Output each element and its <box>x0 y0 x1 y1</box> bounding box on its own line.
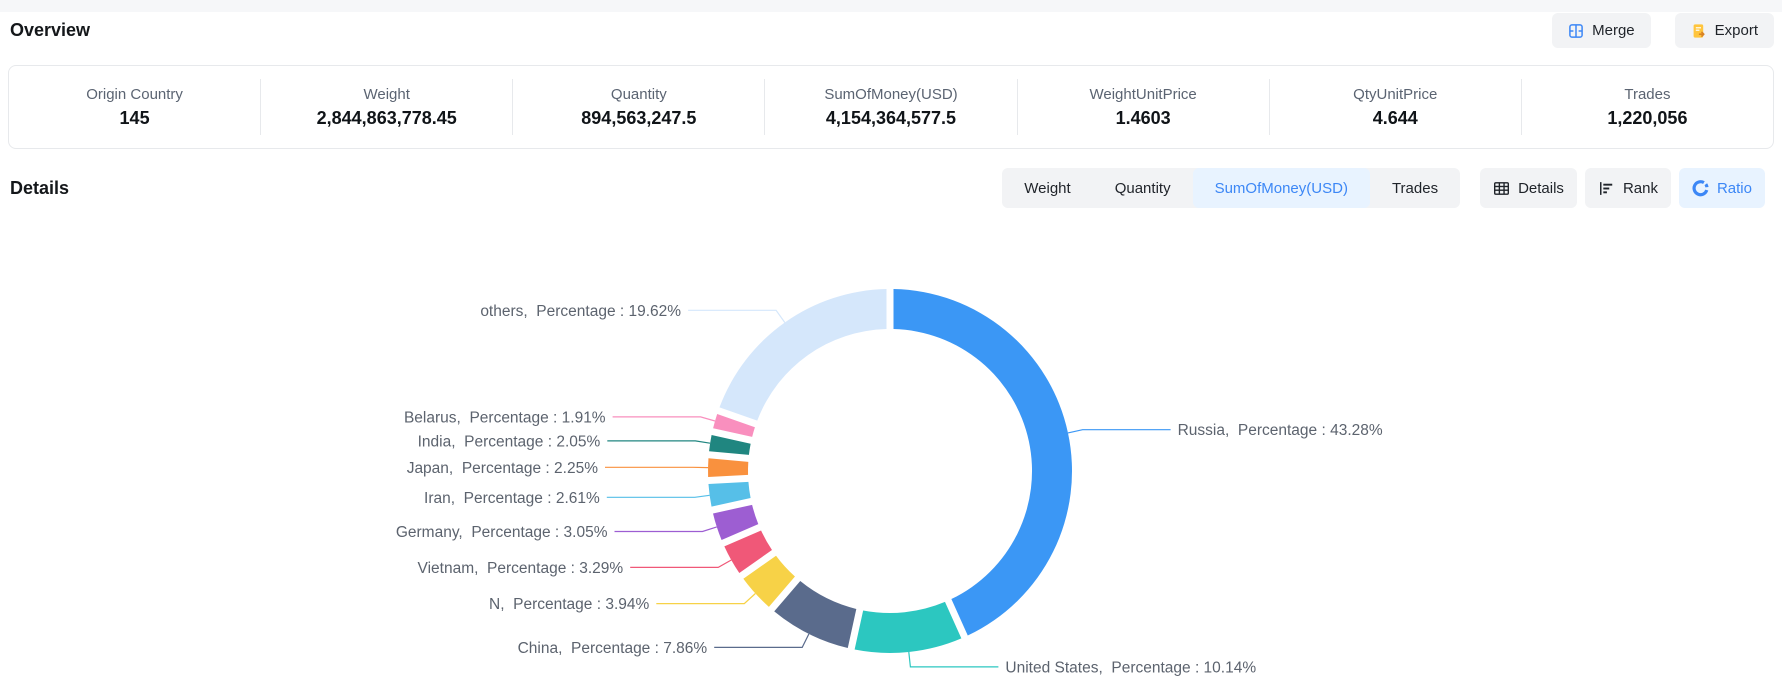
merge-button-label: Merge <box>1592 22 1635 39</box>
pie-leaderline-iran <box>607 495 710 497</box>
pie-label-india: India, Percentage : 2.05% <box>418 433 601 450</box>
stat-label: Weight <box>364 87 410 102</box>
table-icon <box>1493 180 1510 197</box>
pie-label-others: others, Percentage : 19.62% <box>480 303 681 320</box>
pie-leaderline-n <box>656 594 755 604</box>
pie-label-n: N, Percentage : 3.94% <box>489 596 649 613</box>
rank-icon <box>1598 180 1615 197</box>
pie-segment-others[interactable] <box>719 289 886 421</box>
view-tab-rank[interactable]: Rank <box>1585 168 1671 208</box>
pie-label-china: China, Percentage : 7.86% <box>518 640 708 657</box>
view-tab-group: Details Rank Ratio <box>1480 168 1765 208</box>
export-icon <box>1691 23 1707 39</box>
stat-value: 894,563,247.5 <box>581 109 696 127</box>
page-title: Overview <box>10 20 90 41</box>
view-tab-details[interactable]: Details <box>1480 168 1577 208</box>
pie-segment-india[interactable] <box>709 435 751 455</box>
pie-label-united-states: United States, Percentage : 10.14% <box>1005 659 1256 676</box>
stat-value: 4,154,364,577.5 <box>826 109 956 127</box>
metric-tab-group: WeightQuantitySumOfMoney(USD)Trades <box>1002 168 1460 208</box>
merge-icon <box>1568 23 1584 39</box>
view-tab-label: Rank <box>1623 180 1658 197</box>
details-toolbar: Details WeightQuantitySumOfMoney(USD)Tra… <box>10 168 1765 208</box>
pie-label-iran: Iran, Percentage : 2.61% <box>424 490 600 507</box>
pie-leaderline-vietnam <box>630 560 731 567</box>
pie-leaderline-russia <box>1068 430 1171 433</box>
pie-segment-iran[interactable] <box>708 482 750 507</box>
tab-quantity[interactable]: Quantity <box>1093 168 1193 208</box>
header-buttons: Merge Export <box>1552 13 1774 48</box>
export-button[interactable]: Export <box>1675 13 1774 48</box>
stat-value: 145 <box>120 109 150 127</box>
pie-leaderline-china <box>714 634 809 648</box>
pie-leaderline-india <box>607 441 710 443</box>
tab-trades[interactable]: Trades <box>1370 168 1460 208</box>
pie-leaderline-united-states <box>909 652 999 667</box>
pie-label-germany: Germany, Percentage : 3.05% <box>396 524 608 541</box>
stat-label: QtyUnitPrice <box>1353 87 1437 102</box>
stat-value: 4.644 <box>1373 109 1418 127</box>
stat-qtyunitprice: QtyUnitPrice 4.644 <box>1270 79 1522 135</box>
stat-weight: Weight 2,844,863,778.45 <box>261 79 513 135</box>
stat-quantity: Quantity 894,563,247.5 <box>513 79 765 135</box>
stat-value: 1.4603 <box>1116 109 1171 127</box>
pie-segment-russia[interactable] <box>894 289 1073 636</box>
pie-label-russia: Russia, Percentage : 43.28% <box>1178 422 1383 439</box>
view-tab-ratio[interactable]: Ratio <box>1679 168 1765 208</box>
stat-origin-country: Origin Country 145 <box>9 79 261 135</box>
pie-label-vietnam: Vietnam, Percentage : 3.29% <box>418 560 624 577</box>
pie-leaderline-belarus <box>613 417 715 421</box>
tab-sumofmoney-usd[interactable]: SumOfMoney(USD) <box>1193 168 1370 208</box>
overview-stats-card: Origin Country 145 Weight 2,844,863,778.45 Q… <box>8 65 1774 149</box>
view-tab-label: Ratio <box>1717 180 1752 197</box>
stat-label: WeightUnitPrice <box>1090 87 1197 102</box>
pie-leaderline-germany <box>615 527 717 532</box>
pie-segment-china[interactable] <box>774 581 856 648</box>
pie-segment-japan[interactable] <box>708 458 748 477</box>
stat-label: Trades <box>1624 87 1670 102</box>
pie-leaderline-others <box>688 310 785 322</box>
stat-label: Quantity <box>611 87 667 102</box>
merge-button[interactable]: Merge <box>1552 13 1651 48</box>
tab-weight[interactable]: Weight <box>1002 168 1092 208</box>
stat-label: Origin Country <box>86 87 183 102</box>
stat-sumofmoney-usd: SumOfMoney(USD) 4,154,364,577.5 <box>765 79 1017 135</box>
pie-segment-united-states[interactable] <box>855 602 962 653</box>
view-tab-label: Details <box>1518 180 1564 197</box>
stat-value: 2,844,863,778.45 <box>317 109 457 127</box>
stat-value: 1,220,056 <box>1607 109 1687 127</box>
stat-label: SumOfMoney(USD) <box>824 87 957 102</box>
pie-label-japan: Japan, Percentage : 2.25% <box>407 460 599 477</box>
page-top-strip <box>0 0 1782 12</box>
details-section-title: Details <box>10 178 69 199</box>
export-button-label: Export <box>1715 22 1758 39</box>
donut-icon <box>1692 180 1709 197</box>
stat-trades: Trades 1,220,056 <box>1522 79 1773 135</box>
stat-weightunitprice: WeightUnitPrice 1.4603 <box>1018 79 1270 135</box>
pie-label-belarus: Belarus, Percentage : 1.91% <box>404 409 606 426</box>
